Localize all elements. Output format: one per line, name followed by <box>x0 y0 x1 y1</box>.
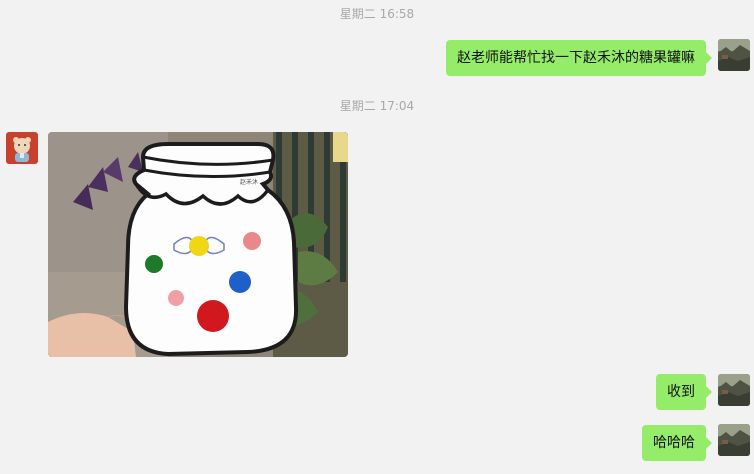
landscape-avatar-icon <box>718 424 750 456</box>
message-bubble[interactable]: 赵老师能帮忙找一下赵禾沐的糖果罐嘛 <box>446 40 712 76</box>
jar-name-label: 赵禾沐 <box>240 178 258 186</box>
cartoon-avatar-icon <box>6 132 38 164</box>
landscape-avatar-icon <box>718 374 750 406</box>
self-avatar[interactable] <box>718 374 750 406</box>
timestamp: 星期二 16:58 <box>339 7 415 21</box>
message-bubble[interactable]: 收到 <box>656 374 712 410</box>
landscape-avatar-icon <box>718 39 750 71</box>
image-message[interactable]: 赵禾沐 <box>48 132 348 357</box>
message-bubble[interactable]: 哈哈哈 <box>642 425 712 461</box>
timestamp: 星期二 17:04 <box>339 99 415 113</box>
chat-window: 星期二 16:58 赵老师能帮忙找一下赵禾沐的糖果罐嘛 星期二 17:04 赵禾… <box>0 0 754 474</box>
contact-avatar[interactable] <box>6 132 38 164</box>
self-avatar[interactable] <box>718 424 750 456</box>
self-avatar[interactable] <box>718 39 750 71</box>
candy-jar-photo: 赵禾沐 <box>48 132 348 357</box>
